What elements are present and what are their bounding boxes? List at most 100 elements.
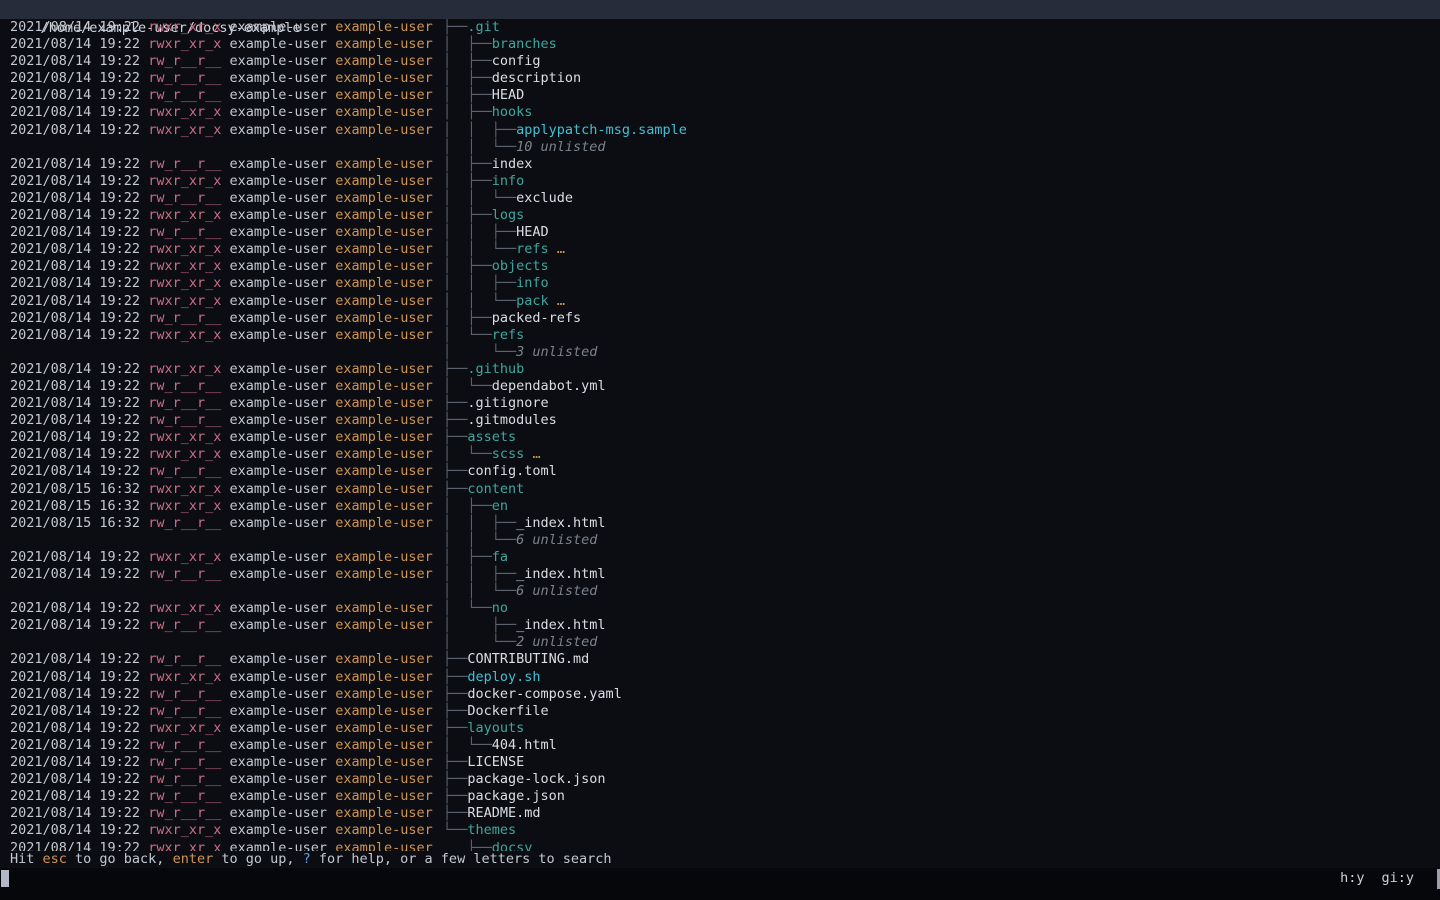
file-date: 2021/08/14 — [10, 669, 91, 685]
file-row[interactable]: 2021/08/14 19:22 rw_r__r__ example-user … — [0, 87, 1440, 104]
file-row[interactable]: 2021/08/14 19:22 rw_r__r__ example-user … — [0, 788, 1440, 805]
file-group: example-user — [335, 703, 433, 719]
file-date: 2021/08/14 — [10, 156, 91, 172]
tree-branch: │ ├── — [443, 53, 492, 69]
file-name: docker-compose.yaml — [467, 686, 621, 702]
file-row[interactable]: 2021/08/14 19:22 rw_r__r__ example-user … — [0, 617, 1440, 634]
tree-branch: │ ├── — [443, 207, 492, 223]
file-meta: 2021/08/14 19:22 rw_r__r__ example-user … — [10, 463, 443, 480]
file-row[interactable]: 2021/08/14 19:22 rwxr_xr_x example-user … — [0, 720, 1440, 737]
file-date: 2021/08/14 — [10, 19, 91, 35]
file-row[interactable]: 2021/08/14 19:22 rwxr_xr_x example-user … — [0, 122, 1440, 139]
file-owner: example-user — [230, 104, 328, 120]
tree-branch: ├── — [443, 754, 467, 770]
file-time: 19:22 — [99, 446, 140, 462]
file-row[interactable]: 2021/08/14 19:22 rwxr_xr_x example-user … — [0, 19, 1440, 36]
file-permissions: rw_r__r__ — [148, 617, 221, 633]
file-row[interactable]: 2021/08/14 19:22 rw_r__r__ example-user … — [0, 412, 1440, 429]
file-meta: 2021/08/14 19:22 rw_r__r__ example-user … — [10, 395, 443, 412]
file-row[interactable]: 2021/08/14 19:22 rwxr_xr_x example-user … — [0, 241, 1440, 258]
file-owner: example-user — [230, 566, 328, 582]
hint-text: to go up, — [213, 851, 302, 867]
file-date: 2021/08/14 — [10, 429, 91, 445]
file-row[interactable]: 2021/08/14 19:22 rwxr_xr_x example-user … — [0, 258, 1440, 275]
file-row[interactable]: 2021/08/14 19:22 rw_r__r__ example-user … — [0, 737, 1440, 754]
tree-branch: │ ├── — [443, 173, 492, 189]
file-row[interactable]: 2021/08/14 19:22 rwxr_xr_x example-user … — [0, 429, 1440, 446]
file-row[interactable]: 2021/08/14 19:22 rw_r__r__ example-user … — [0, 70, 1440, 87]
file-meta: 2021/08/14 19:22 rw_r__r__ example-user … — [10, 412, 443, 429]
file-row[interactable]: 2021/08/14 19:22 rwxr_xr_x example-user … — [0, 600, 1440, 617]
file-row[interactable]: 2021/08/14 19:22 rwxr_xr_x example-user … — [0, 36, 1440, 53]
file-row[interactable]: 2021/08/14 19:22 rwxr_xr_x example-user … — [0, 822, 1440, 839]
file-date: 2021/08/14 — [10, 70, 91, 86]
file-row[interactable]: 2021/08/14 19:22 rwxr_xr_x example-user … — [0, 173, 1440, 190]
file-date: 2021/08/14 — [10, 241, 91, 257]
file-row[interactable]: 2021/08/14 19:22 rw_r__r__ example-user … — [0, 805, 1440, 822]
file-row[interactable]: 2021/08/14 19:22 rwxr_xr_x example-user … — [0, 207, 1440, 224]
file-row[interactable]: 2021/08/14 19:22 rwxr_xr_x example-user … — [0, 549, 1440, 566]
file-row[interactable]: 2021/08/14 19:22 rw_r__r__ example-user … — [0, 395, 1440, 412]
file-row[interactable]: 2021/08/14 19:22 rwxr_xr_x example-user … — [0, 361, 1440, 378]
file-row[interactable]: 2021/08/15 16:32 rw_r__r__ example-user … — [0, 515, 1440, 532]
file-row[interactable]: 2021/08/14 19:22 rwxr_xr_x example-user … — [0, 104, 1440, 121]
tree-branch: │ ├── — [443, 156, 492, 172]
file-meta: 2021/08/14 19:22 rw_r__r__ example-user … — [10, 70, 443, 87]
file-permissions: rw_r__r__ — [148, 737, 221, 753]
file-row[interactable]: 2021/08/14 19:22 rwxr_xr_x example-user … — [0, 327, 1440, 344]
search-input[interactable]: h:ygi:y — [0, 868, 1440, 900]
file-group: example-user — [335, 617, 433, 633]
file-name: HEAD — [516, 224, 549, 240]
file-date: 2021/08/14 — [10, 600, 91, 616]
file-permissions: rw_r__r__ — [148, 686, 221, 702]
file-group: example-user — [335, 310, 433, 326]
file-row[interactable]: 2021/08/14 19:22 rw_r__r__ example-user … — [0, 310, 1440, 327]
file-row[interactable]: 2021/08/14 19:22 rwxr_xr_x example-user … — [0, 446, 1440, 463]
file-row[interactable]: 2021/08/14 19:22 rwxr_xr_x example-user … — [0, 293, 1440, 310]
file-time: 19:22 — [99, 19, 140, 35]
unlisted-count: 6 unlisted — [516, 532, 597, 548]
file-date: 2021/08/14 — [10, 275, 91, 291]
file-date: 2021/08/15 — [10, 481, 91, 497]
file-row[interactable]: 2021/08/14 19:22 rwxr_xr_x example-user … — [0, 840, 1440, 852]
file-meta: 2021/08/14 19:22 rwxr_xr_x example-user … — [10, 446, 443, 463]
file-row[interactable]: 2021/08/14 19:22 rw_r__r__ example-user … — [0, 651, 1440, 668]
file-row[interactable]: 2021/08/14 19:22 rwxr_xr_x example-user … — [0, 669, 1440, 686]
file-time: 19:22 — [99, 651, 140, 667]
tree-branch: │ │ ├── — [443, 275, 516, 291]
file-owner: example-user — [230, 310, 328, 326]
text-cursor — [1, 870, 9, 887]
file-row[interactable]: 2021/08/15 16:32 rwxr_xr_x example-user … — [0, 481, 1440, 498]
file-date: 2021/08/14 — [10, 412, 91, 428]
file-row[interactable]: 2021/08/14 19:22 rw_r__r__ example-user … — [0, 703, 1440, 720]
file-owner: example-user — [230, 754, 328, 770]
file-name: CONTRIBUTING.md — [467, 651, 589, 667]
unlisted-row: │ └──2 unlisted — [0, 634, 1440, 651]
file-row[interactable]: 2021/08/14 19:22 rw_r__r__ example-user … — [0, 463, 1440, 480]
file-row[interactable]: 2021/08/14 19:22 rw_r__r__ example-user … — [0, 378, 1440, 395]
file-date: 2021/08/14 — [10, 395, 91, 411]
file-row[interactable]: 2021/08/14 19:22 rwxr_xr_x example-user … — [0, 275, 1440, 292]
file-time: 19:22 — [99, 463, 140, 479]
file-group: example-user — [335, 156, 433, 172]
file-owner: example-user — [230, 207, 328, 223]
file-permissions: rw_r__r__ — [148, 805, 221, 821]
file-permissions: rw_r__r__ — [148, 156, 221, 172]
file-meta: 2021/08/14 19:22 rw_r__r__ example-user … — [10, 53, 443, 70]
file-owner: example-user — [230, 122, 328, 138]
file-row[interactable]: 2021/08/14 19:22 rw_r__r__ example-user … — [0, 754, 1440, 771]
file-owner: example-user — [230, 19, 328, 35]
file-row[interactable]: 2021/08/14 19:22 rw_r__r__ example-user … — [0, 771, 1440, 788]
file-row[interactable]: 2021/08/14 19:22 rw_r__r__ example-user … — [0, 190, 1440, 207]
file-row[interactable]: 2021/08/14 19:22 rw_r__r__ example-user … — [0, 224, 1440, 241]
file-row[interactable]: 2021/08/14 19:22 rw_r__r__ example-user … — [0, 566, 1440, 583]
file-permissions: rwxr_xr_x — [148, 840, 221, 852]
file-owner: example-user — [230, 446, 328, 462]
file-row[interactable]: 2021/08/14 19:22 rw_r__r__ example-user … — [0, 686, 1440, 703]
file-row[interactable]: 2021/08/14 19:22 rw_r__r__ example-user … — [0, 53, 1440, 70]
file-time: 19:22 — [99, 104, 140, 120]
file-row[interactable]: 2021/08/15 16:32 rwxr_xr_x example-user … — [0, 498, 1440, 515]
file-row[interactable]: 2021/08/14 19:22 rw_r__r__ example-user … — [0, 156, 1440, 173]
file-date: 2021/08/14 — [10, 36, 91, 52]
file-owner: example-user — [230, 720, 328, 736]
